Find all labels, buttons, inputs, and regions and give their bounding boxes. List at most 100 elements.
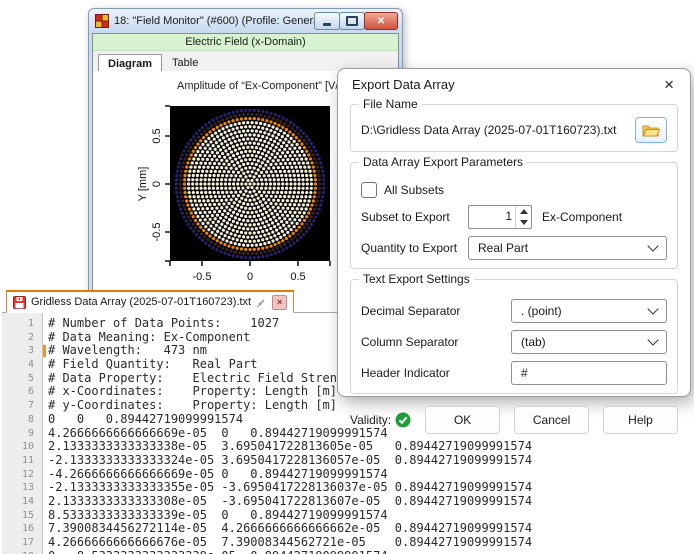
tab-diagram[interactable]: Diagram (98, 54, 162, 72)
pin-icon[interactable] (256, 297, 267, 308)
dialog-close-button[interactable]: × (662, 78, 676, 92)
line-number: 11 (2, 454, 34, 468)
line-number: 7 (2, 399, 34, 413)
header-indicator-value: # (521, 366, 657, 380)
minimize-icon (323, 23, 331, 26)
cancel-button[interactable]: Cancel (514, 406, 589, 434)
quantity-value: Real Part (478, 241, 649, 255)
svg-text:0: 0 (247, 271, 253, 283)
line-text: -2.1333333333333355e-05 -3.6950417228136… (34, 481, 532, 495)
editor-tab-close-button[interactable]: × (272, 295, 287, 310)
header-indicator-label: Header Indicator (361, 366, 511, 380)
line-text: 7.3900834456272114e-05 4.266666666666666… (34, 522, 532, 536)
line-text: 2.1333333333333308e-05 -3.69504172281360… (34, 495, 532, 509)
editor-tab-close-icon: × (277, 298, 282, 307)
line-text: # Field Quantity: Real Part (34, 358, 258, 372)
line-text: 4.2666666666666676e-05 7.39008344562721e… (34, 536, 532, 550)
editor-tab[interactable]: Gridless Data Array (2025-07-01T160723).… (6, 290, 294, 313)
maximize-button[interactable] (339, 12, 365, 30)
line-number: 6 (2, 385, 34, 399)
column-separator-dropdown[interactable]: (tab) (511, 330, 667, 354)
spinner-down-icon (520, 220, 528, 225)
line-number: 1 (2, 317, 34, 331)
header-indicator-input[interactable]: # (511, 361, 667, 385)
line-number: 5 (2, 372, 34, 386)
settings-group: Text Export Settings Decimal Separator .… (350, 279, 678, 394)
column-separator-label: Column Separator (361, 335, 511, 349)
decimal-separator-value: . (point) (521, 304, 649, 318)
all-subsets-checkbox[interactable] (361, 182, 377, 198)
close-button[interactable]: ✕ (364, 12, 398, 30)
editor-line: 174.2666666666666676e-05 7.3900834456272… (2, 536, 580, 550)
line-number: 14 (2, 495, 34, 509)
chevron-down-icon (647, 303, 658, 314)
line-number: 18 (2, 550, 34, 554)
dialog-close-icon: × (664, 75, 674, 94)
editor-line: 13-2.1333333333333355e-05 -3.69504172281… (2, 481, 580, 495)
svg-text:Y [mm]: Y [mm] (137, 167, 149, 202)
line-text: # Data Property: Electric Field Strength (34, 372, 359, 386)
line-text: # Wavelength: 473 nm (34, 344, 207, 358)
dialog-footer: Validity: OK Cancel Help (350, 406, 678, 434)
line-number: 8 (2, 413, 34, 427)
decimal-separator-label: Decimal Separator (361, 304, 511, 318)
subset-label: Subset to Export (361, 210, 468, 224)
tab-table[interactable]: Table (162, 53, 208, 71)
app-icon (95, 14, 109, 28)
line-text: # x-Coordinates: Property: Length [m] (34, 385, 337, 399)
floppy-save-icon (13, 296, 26, 309)
line-text: 8.5333333333333339e-05 0 0.8944271909999… (34, 509, 388, 523)
svg-text:-0.5: -0.5 (193, 271, 212, 283)
line-number: 10 (2, 440, 34, 454)
svg-text:Amplitude of “Ex-Component” [: Amplitude of “Ex-Component” [V/ (177, 80, 339, 92)
editor-line: 180 8.5333333333333339e-05 0.89442719099… (2, 550, 580, 554)
spinner-up-icon (520, 209, 528, 214)
filename-group: File Name D:\Gridless Data Array (2025-0… (350, 104, 678, 152)
line-number: 16 (2, 522, 34, 536)
line-text: 4.2666666666666669e-05 0 0.8944271909999… (34, 427, 388, 441)
line-text: -2.1333333333333324e-05 3.69504172281360… (34, 454, 532, 468)
quantity-label: Quantity to Export (361, 241, 468, 255)
window-title: 18: "Field Monitor" (#600) (Profile: Gen… (114, 15, 315, 27)
dialog-title: Export Data Array (352, 77, 662, 92)
maximize-icon (346, 16, 358, 26)
folder-open-icon (642, 123, 660, 137)
fm-titlebar[interactable]: 18: "Field Monitor" (#600) (Profile: Gen… (89, 9, 402, 33)
editor-line: 102.1333333333333338e-05 3.6950417228136… (2, 440, 580, 454)
all-subsets-label: All Subsets (384, 183, 444, 197)
editor-line: 11-2.1333333333333324e-05 3.695041722813… (2, 454, 580, 468)
quantity-dropdown[interactable]: Real Part (468, 236, 667, 260)
editor-line: 12-4.2666666666666669e-05 0 0.8944271909… (2, 468, 580, 482)
line-number: 2 (2, 331, 34, 345)
line-number: 4 (2, 358, 34, 372)
filename-path[interactable]: D:\Gridless Data Array (2025-07-01T16072… (361, 123, 635, 137)
column-separator-value: (tab) (521, 335, 649, 349)
line-number: 17 (2, 536, 34, 550)
editor-line: 158.5333333333333339e-05 0 0.89442719099… (2, 509, 580, 523)
spinner-up-button[interactable] (516, 206, 531, 217)
svg-text:0.5: 0.5 (290, 271, 305, 283)
fm-subtitle-text: Electric Field (x-Domain) (185, 36, 305, 48)
svg-text:0: 0 (151, 181, 163, 187)
line-text: # Data Meaning: Ex-Component (34, 331, 250, 345)
params-group: Data Array Export Parameters All Subsets… (350, 162, 678, 269)
subset-component-label: Ex-Component (542, 210, 622, 224)
help-button[interactable]: Help (603, 406, 678, 434)
spinner-down-button[interactable] (516, 217, 531, 228)
close-icon: ✕ (377, 16, 385, 27)
minimize-button[interactable] (314, 12, 340, 30)
editor-line: 142.1333333333333308e-05 -3.695041722813… (2, 495, 580, 509)
line-number: 3 (2, 344, 34, 358)
chevron-down-icon (647, 240, 658, 251)
line-number: 12 (2, 468, 34, 482)
validity-check-icon (395, 412, 411, 428)
line-number: 15 (2, 509, 34, 523)
line-number: 9 (2, 427, 34, 441)
decimal-separator-dropdown[interactable]: . (point) (511, 299, 667, 323)
line-text: 0 0 0.89442719099991574 (34, 413, 243, 427)
ok-button[interactable]: OK (425, 406, 500, 434)
subset-spinner[interactable]: 1 (468, 205, 532, 229)
svg-text:-0.5: -0.5 (151, 223, 163, 242)
line-text: # Number of Data Points: 1027 (34, 317, 279, 331)
browse-button[interactable] (635, 117, 667, 143)
